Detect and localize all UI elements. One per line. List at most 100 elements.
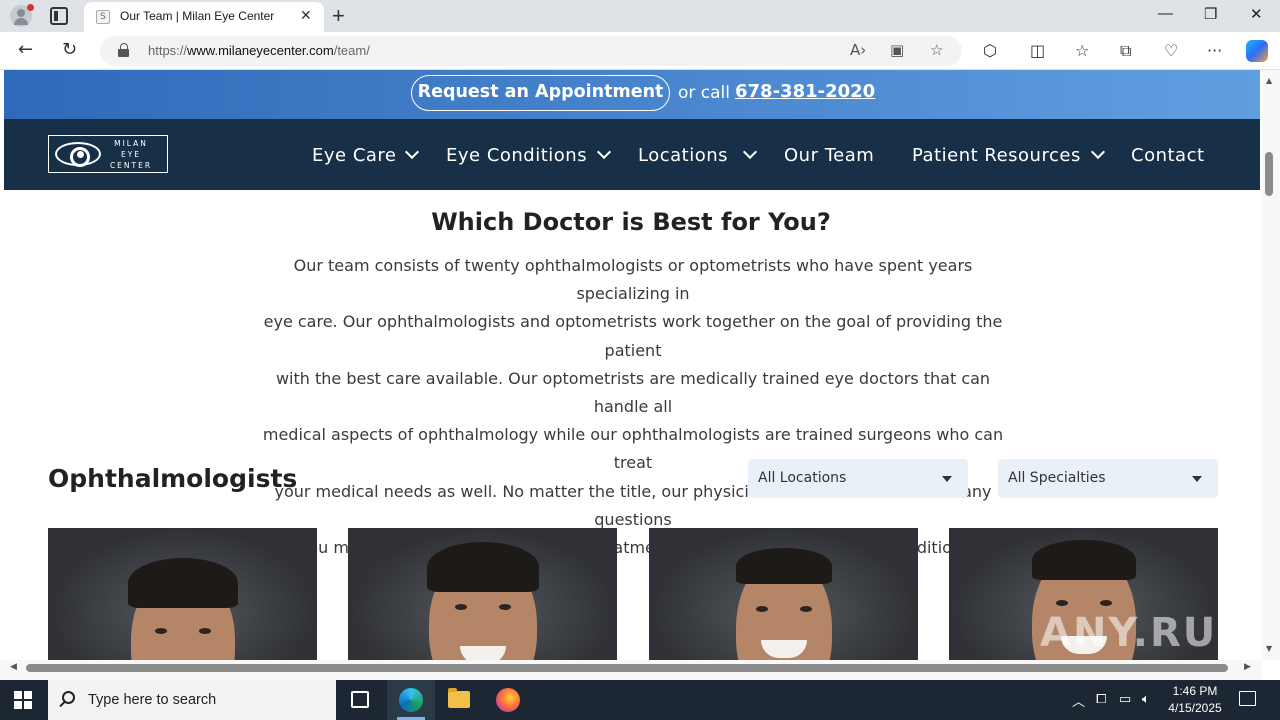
taskbar-edge-app[interactable]	[387, 680, 435, 720]
nav-patient-resources[interactable]: Patient Resources	[912, 145, 1081, 166]
chevron-down-icon[interactable]	[596, 144, 612, 160]
scroll-up-icon[interactable]: ▲	[1266, 76, 1272, 85]
or-call-text: or call	[678, 83, 731, 103]
scroll-down-icon[interactable]: ▼	[1266, 644, 1272, 653]
folder-icon	[448, 688, 470, 708]
search-placeholder: Type here to search	[88, 692, 217, 708]
new-tab-icon[interactable]: +	[332, 3, 345, 29]
windows-taskbar: Type here to search ︿ ⧠ ▭ 🔈︎ 1:46 PM 4/1…	[0, 680, 1280, 720]
logo-line-3: CENTER	[109, 161, 153, 170]
close-tab-icon[interactable]: ✕	[300, 8, 312, 24]
logo-line-1: MILAN	[114, 139, 148, 148]
browser-tab[interactable]: S Our Team | Milan Eye Center ✕	[84, 2, 324, 32]
restore-icon[interactable]: ❐	[1204, 5, 1217, 23]
collections-icon[interactable]: ⧉	[1120, 41, 1131, 61]
hair-shape	[426, 542, 539, 592]
site-favicon-icon: S	[96, 10, 110, 24]
clock-time: 1:46 PM	[1172, 684, 1218, 698]
location-filter-select[interactable]: All Locations	[748, 459, 968, 498]
smile-shape	[459, 646, 506, 660]
appointment-bar: Request an Appointment or call 678-381-2…	[4, 70, 1260, 119]
section-heading: Which Doctor is Best for You?	[431, 208, 831, 236]
device-icon[interactable]: ⧠	[1096, 691, 1106, 707]
vertical-scrollbar[interactable]: ▲ ▼	[1262, 70, 1280, 660]
dropdown-caret-icon	[942, 476, 952, 482]
show-hidden-icons-icon[interactable]: ︿	[1072, 691, 1085, 710]
specialty-filter-value: All Specialties	[1008, 470, 1106, 486]
extensions-icon[interactable]: ⬡	[983, 41, 997, 60]
phone-link[interactable]: 678-381-2020	[735, 81, 875, 102]
browser-essentials-icon[interactable]: ♡	[1164, 41, 1178, 60]
nav-contact[interactable]: Contact	[1131, 145, 1205, 166]
tab-actions-icon[interactable]	[50, 7, 68, 25]
intro-paragraph: Our team consists of twenty ophthalmolog…	[250, 252, 1016, 562]
nav-our-team[interactable]: Our Team	[784, 145, 874, 166]
eyes-shape	[754, 606, 814, 614]
address-toolbar: ← ↻ https://www.milaneyecenter.com/team/…	[0, 32, 1280, 70]
dropdown-caret-icon	[1192, 476, 1202, 482]
nav-eye-conditions[interactable]: Eye Conditions	[446, 145, 587, 166]
firefox-icon	[496, 688, 520, 712]
immersive-reader-icon[interactable]: ▣	[890, 41, 904, 59]
back-icon[interactable]: ←	[18, 39, 33, 60]
lock-icon[interactable]	[118, 43, 130, 57]
hair-shape	[735, 548, 832, 584]
favorites-icon[interactable]: ☆	[1075, 41, 1089, 60]
windows-start-icon[interactable]	[14, 691, 32, 709]
volume-icon[interactable]: 🔈︎	[1142, 691, 1150, 707]
vertical-scroll-thumb[interactable]	[1265, 152, 1273, 196]
nav-eye-care[interactable]: Eye Care	[312, 145, 397, 166]
split-screen-icon[interactable]: ◫	[1030, 41, 1045, 60]
notifications-icon[interactable]	[1239, 691, 1256, 706]
chevron-down-icon[interactable]	[404, 144, 420, 160]
hair-shape	[1031, 540, 1136, 580]
close-window-icon[interactable]: ✕	[1250, 5, 1263, 23]
clock-date: 4/15/2025	[1168, 701, 1222, 715]
profile-icon[interactable]	[10, 4, 34, 27]
edge-icon	[399, 688, 423, 712]
read-aloud-icon[interactable]: A›	[850, 41, 866, 59]
chevron-down-icon[interactable]	[742, 144, 758, 160]
eye-logo-icon	[55, 142, 101, 167]
hair-shape	[127, 558, 238, 608]
minimize-icon[interactable]: —	[1158, 5, 1173, 22]
favorite-star-icon[interactable]: ☆	[930, 41, 943, 59]
chevron-down-icon[interactable]	[1090, 144, 1106, 160]
system-clock[interactable]: 1:46 PM 4/15/2025	[1160, 683, 1230, 717]
doctor-card-photo[interactable]	[48, 528, 317, 660]
address-bar[interactable]: https://www.milaneyecenter.com/team/ A› …	[100, 36, 962, 66]
horizontal-scroll-thumb[interactable]	[26, 664, 1228, 672]
ophthalmologists-heading: Ophthalmologists	[48, 464, 298, 493]
url-text[interactable]: https://www.milaneyecenter.com/team/	[148, 43, 370, 58]
browser-tab-strip: S Our Team | Milan Eye Center ✕ + — ❐ ✕	[0, 0, 1280, 32]
eyes-shape	[1054, 600, 1114, 608]
taskbar-search-box[interactable]: Type here to search	[48, 680, 336, 720]
horizontal-scrollbar[interactable]: ◀ ▶	[0, 660, 1262, 680]
intro-line: with the best care available. Our optome…	[275, 368, 991, 417]
copilot-icon[interactable]	[1246, 40, 1268, 62]
search-icon	[62, 691, 75, 704]
request-appointment-button[interactable]: Request an Appointment	[411, 75, 670, 111]
anyrun-watermark: ANY.RUN	[1040, 610, 1253, 656]
nav-locations[interactable]: Locations	[638, 145, 728, 166]
specialty-filter-select[interactable]: All Specialties	[998, 459, 1218, 498]
intro-line: Our team consists of twenty ophthalmolog…	[293, 256, 973, 304]
logo-line-2: EYE	[120, 150, 142, 159]
network-icon[interactable]: ▭	[1119, 691, 1131, 707]
milan-eye-center-logo[interactable]: MILAN EYE CENTER	[48, 135, 168, 173]
taskbar-explorer-app[interactable]	[435, 680, 483, 720]
doctor-card-photo[interactable]	[649, 528, 918, 660]
web-page: Request an Appointment or call 678-381-2…	[0, 70, 1262, 660]
location-filter-value: All Locations	[758, 470, 847, 486]
refresh-icon[interactable]: ↻	[62, 39, 77, 60]
taskbar-firefox-app[interactable]	[484, 680, 532, 720]
intro-line: eye care. Our ophthalmologists and optom…	[263, 312, 1003, 360]
doctor-card-photo[interactable]	[348, 528, 617, 660]
scroll-left-icon[interactable]: ◀	[10, 662, 17, 672]
eyes-shape	[453, 604, 513, 612]
main-navigation: MILAN EYE CENTER Eye Care Eye Conditions…	[4, 119, 1260, 190]
more-menu-icon[interactable]: ···	[1207, 41, 1222, 60]
task-view-icon[interactable]	[351, 691, 369, 708]
notification-dot-icon	[27, 4, 34, 11]
scroll-right-icon[interactable]: ▶	[1244, 662, 1251, 672]
